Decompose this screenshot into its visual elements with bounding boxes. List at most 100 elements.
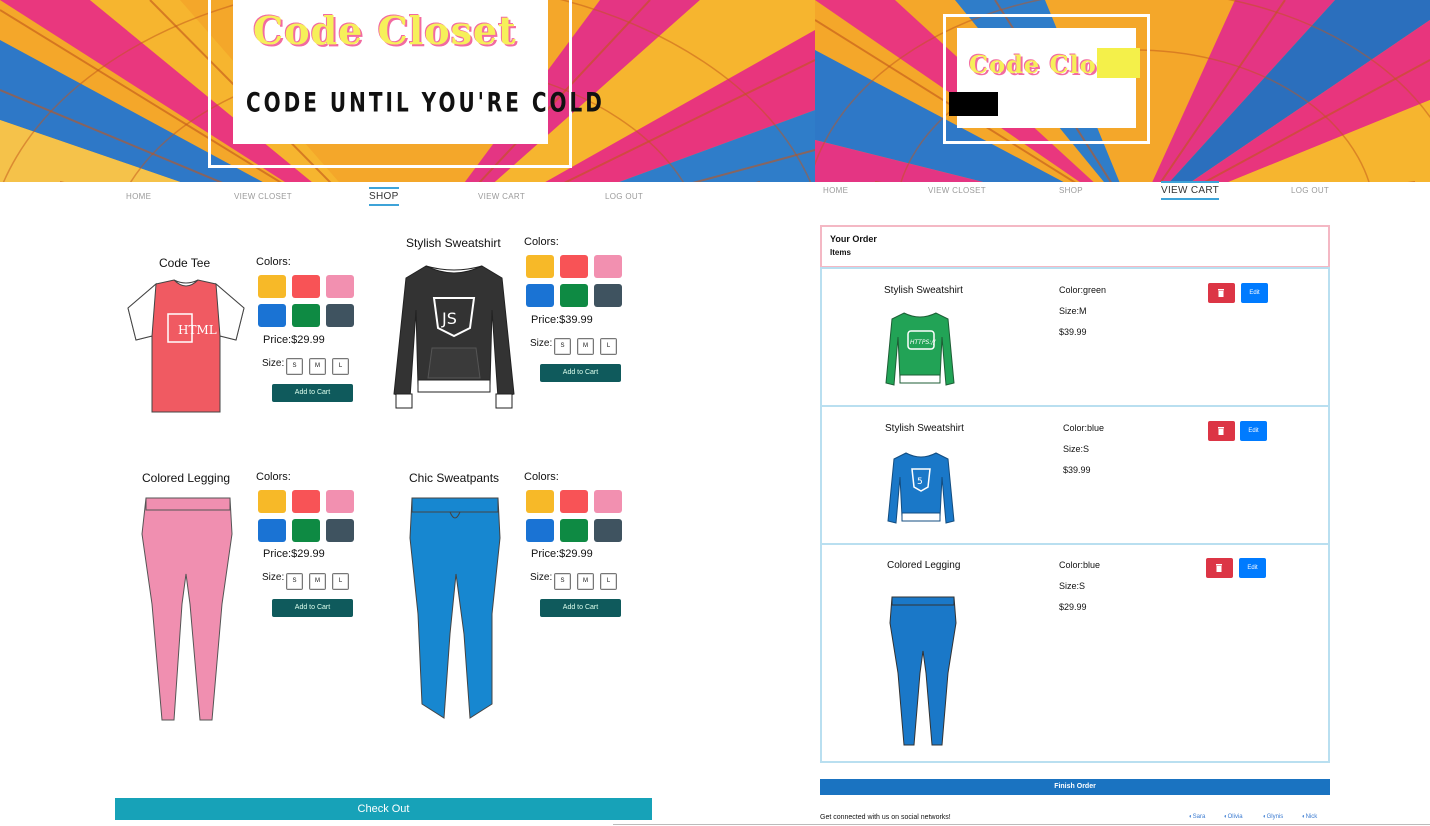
- size-m-button[interactable]: M: [577, 338, 594, 355]
- social-link-nick[interactable]: ◐Nick: [1302, 814, 1317, 820]
- add-to-cart-button[interactable]: Add to Cart: [540, 364, 621, 382]
- swatch-blue[interactable]: [258, 519, 286, 542]
- tshirt-html-icon: HTML: [127, 279, 245, 413]
- delete-button[interactable]: [1206, 558, 1233, 578]
- size-s-button[interactable]: S: [554, 338, 571, 355]
- svg-text:5: 5: [917, 477, 923, 487]
- hero-banner: Code Closet CODE UNTIL YOU'RE COLD: [0, 0, 815, 182]
- logo-title: Code Closet: [253, 8, 517, 53]
- add-to-cart-button[interactable]: Add to Cart: [272, 599, 353, 617]
- cart-item-size: Size:M: [1059, 306, 1087, 316]
- nav-home[interactable]: HOME: [126, 192, 151, 201]
- swatch-slate[interactable]: [594, 519, 622, 542]
- cart-item-price: $39.99: [1063, 465, 1091, 475]
- size-m-button[interactable]: M: [309, 358, 326, 375]
- logo-card: Code Closet CODE UNTIL YOU'RE COLD: [233, 0, 602, 144]
- swatch-yellow[interactable]: [526, 255, 554, 278]
- delete-button[interactable]: [1208, 283, 1235, 303]
- size-s-button[interactable]: S: [554, 573, 571, 590]
- size-m-button[interactable]: M: [577, 573, 594, 590]
- social-link-label: Sara: [1192, 814, 1206, 820]
- swatch-green[interactable]: [292, 519, 320, 542]
- logo-highlight: [1097, 48, 1140, 78]
- swatch-pink[interactable]: [594, 255, 622, 278]
- swatch-slate[interactable]: [594, 284, 622, 307]
- colors-label: Colors:: [256, 256, 291, 268]
- check-out-button[interactable]: Check Out: [115, 798, 652, 820]
- swatch-slate[interactable]: [326, 304, 354, 327]
- edit-button[interactable]: Edit: [1240, 421, 1267, 441]
- add-to-cart-button[interactable]: Add to Cart: [540, 599, 621, 617]
- product-name: Stylish Sweatshirt: [406, 236, 501, 250]
- social-link-olivia[interactable]: ◐Olivia: [1224, 814, 1243, 820]
- cart-item-size: Size:S: [1063, 444, 1090, 454]
- delete-button[interactable]: [1208, 421, 1235, 441]
- finish-order-button[interactable]: Finish Order: [820, 779, 1330, 795]
- size-l-button[interactable]: L: [600, 338, 617, 355]
- nav-home[interactable]: HOME: [823, 186, 848, 195]
- size-s-button[interactable]: S: [286, 573, 303, 590]
- svg-text:HTTPS://: HTTPS://: [910, 339, 936, 346]
- edit-button[interactable]: Edit: [1241, 283, 1268, 303]
- swatch-red[interactable]: [292, 490, 320, 513]
- nav-view-cart[interactable]: VIEW CART: [1161, 181, 1220, 200]
- cart-item-color: Color:blue: [1059, 560, 1101, 570]
- swatch-yellow[interactable]: [258, 490, 286, 513]
- product-price: Price:$39.99: [531, 314, 593, 326]
- logo-title: Code Clos: [969, 50, 1112, 79]
- footer-divider: [613, 824, 1430, 825]
- logo-card: Code Clos: [949, 28, 1140, 128]
- swatch-yellow[interactable]: [526, 490, 554, 513]
- nav-shop[interactable]: SHOP: [1059, 186, 1083, 195]
- swatch-pink[interactable]: [326, 490, 354, 513]
- social-link-glynis[interactable]: ◐Glynis: [1263, 814, 1283, 820]
- swatch-red[interactable]: [292, 275, 320, 298]
- nav-log-out[interactable]: LOG OUT: [1291, 186, 1329, 195]
- cart-item-color: Color:blue: [1063, 423, 1105, 433]
- social-link-label: Nick: [1305, 814, 1318, 820]
- swatch-slate[interactable]: [326, 519, 354, 542]
- product-price: Price:$29.99: [263, 334, 325, 346]
- nav-view-closet[interactable]: VIEW CLOSET: [928, 186, 986, 195]
- sweatshirt-blue-icon: 5: [887, 452, 955, 524]
- cart-item-price: $39.99: [1059, 327, 1087, 337]
- swatch-red[interactable]: [560, 490, 588, 513]
- swatch-pink[interactable]: [326, 275, 354, 298]
- nav-log-out[interactable]: LOG OUT: [605, 192, 643, 201]
- swatch-green[interactable]: [560, 284, 588, 307]
- add-to-cart-button[interactable]: Add to Cart: [272, 384, 353, 402]
- order-items-label: Items: [830, 248, 851, 257]
- product-price: Price:$29.99: [263, 548, 325, 560]
- edit-button[interactable]: Edit: [1239, 558, 1266, 578]
- swatch-blue[interactable]: [258, 304, 286, 327]
- legging-pink-icon: [141, 497, 233, 721]
- legging-blue-icon: [889, 596, 957, 746]
- swatch-red[interactable]: [560, 255, 588, 278]
- nav-shop[interactable]: SHOP: [369, 187, 399, 206]
- cart-item-name: Stylish Sweatshirt: [885, 423, 964, 434]
- size-label: Size:: [530, 572, 553, 583]
- swatch-green[interactable]: [292, 304, 320, 327]
- size-m-button[interactable]: M: [309, 573, 326, 590]
- swatch-blue[interactable]: [526, 284, 554, 307]
- size-s-button[interactable]: S: [286, 358, 303, 375]
- nav-view-cart[interactable]: VIEW CART: [478, 192, 525, 201]
- nav-view-closet[interactable]: VIEW CLOSET: [234, 192, 292, 201]
- swatch-yellow[interactable]: [258, 275, 286, 298]
- product-price: Price:$29.99: [531, 548, 593, 560]
- cart-item: Stylish Sweatshirt 5 Color:blue Size:S $…: [820, 405, 1330, 545]
- social-link-label: Glynis: [1266, 814, 1284, 820]
- cart-item-price: $29.99: [1059, 602, 1087, 612]
- cart-item-name: Stylish Sweatshirt: [884, 285, 963, 296]
- social-caption: Get connected with us on social networks…: [820, 814, 951, 821]
- size-l-button[interactable]: L: [600, 573, 617, 590]
- swatch-green[interactable]: [560, 519, 588, 542]
- swatch-blue[interactable]: [526, 519, 554, 542]
- swatch-pink[interactable]: [594, 490, 622, 513]
- size-l-button[interactable]: L: [332, 358, 349, 375]
- size-l-button[interactable]: L: [332, 573, 349, 590]
- logo-redaction: [949, 92, 998, 116]
- colors-label: Colors:: [256, 471, 291, 483]
- product-name: Colored Legging: [142, 471, 231, 485]
- social-link-sara[interactable]: ◐Sara: [1189, 814, 1205, 820]
